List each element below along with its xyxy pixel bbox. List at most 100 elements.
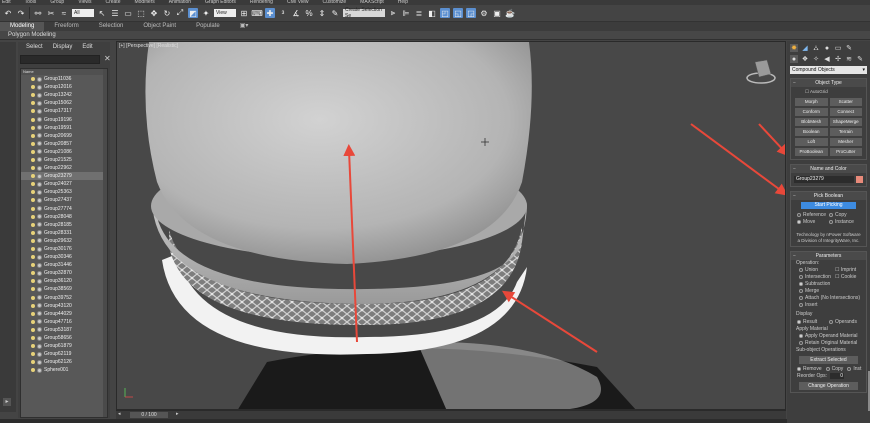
list-item[interactable]: Sphere001 <box>21 366 107 374</box>
list-item[interactable]: Group27774 <box>21 205 107 213</box>
visibility-icon[interactable] <box>31 336 35 341</box>
list-item[interactable]: Group30346 <box>21 253 107 261</box>
visibility-icon[interactable] <box>31 141 35 146</box>
geometry-icon[interactable]: ● <box>790 55 798 63</box>
visibility-icon[interactable] <box>31 101 35 106</box>
keyboard-shortcut-icon[interactable]: ⌨ <box>251 8 263 18</box>
visibility-icon[interactable] <box>31 157 35 162</box>
radio-button[interactable] <box>829 319 833 324</box>
link-icon[interactable]: ⚯ <box>33 8 43 18</box>
pick-boolean-header[interactable]: − Pick Boolean <box>791 192 866 200</box>
radio-option[interactable]: Attach (No Intersections) <box>799 295 860 301</box>
visibility-icon[interactable] <box>31 327 35 332</box>
mirror-icon[interactable]: ⫸ <box>388 8 398 18</box>
list-item[interactable]: Group29632 <box>21 237 107 245</box>
unlink-icon[interactable]: ✂ <box>46 8 56 18</box>
list-item[interactable]: Group24027 <box>21 180 107 188</box>
radio-option[interactable]: Operands <box>829 319 860 325</box>
visibility-icon[interactable] <box>31 166 35 171</box>
reorder-spinner[interactable]: 0 <box>830 373 845 379</box>
radio-button[interactable] <box>799 274 803 279</box>
visibility-icon[interactable] <box>31 214 35 219</box>
material-editor-icon[interactable]: ◲ <box>466 8 476 18</box>
visibility-icon[interactable] <box>31 271 35 276</box>
list-item[interactable]: Group19591 <box>21 124 107 132</box>
list-item[interactable]: Group15062 <box>21 99 107 107</box>
list-item[interactable]: Group23279 <box>21 172 107 181</box>
category-dropdown[interactable]: Compound Objects ▾ <box>790 66 867 74</box>
visibility-icon[interactable] <box>31 149 35 154</box>
schematic-view-icon[interactable]: ◱ <box>453 8 463 18</box>
pivot-center-icon[interactable]: ⊞ <box>239 8 249 18</box>
tab-populate[interactable]: Populate <box>186 22 230 31</box>
radio-button[interactable] <box>799 302 803 307</box>
named-selection-dropdown[interactable]: Create Selection Se <box>343 7 385 19</box>
visibility-icon[interactable] <box>31 206 35 211</box>
list-item[interactable]: Group43120 <box>21 302 107 310</box>
list-item[interactable]: Group30176 <box>21 245 107 253</box>
visibility-icon[interactable] <box>31 190 35 195</box>
select-and-link-icon[interactable]: ✚ <box>265 8 275 18</box>
time-slider[interactable]: ◂ 0 / 100 ▸ <box>116 410 786 419</box>
visibility-icon[interactable] <box>31 303 35 308</box>
list-item[interactable]: Group53187 <box>21 326 107 334</box>
selection-filter-dropdown[interactable]: All <box>72 9 94 17</box>
list-item[interactable]: Group47716 <box>21 318 107 326</box>
radio-option[interactable]: Reference <box>797 212 828 218</box>
layer-manager-icon[interactable]: ≣ <box>414 8 424 18</box>
list-item[interactable]: Group28185 <box>21 221 107 229</box>
object-type-button[interactable]: Scatter <box>829 98 862 106</box>
space-warps-icon[interactable]: ≋ <box>845 55 853 63</box>
radio-button[interactable] <box>799 288 803 293</box>
close-icon[interactable]: ✕ <box>104 54 111 63</box>
object-type-button[interactable]: ProCutter <box>829 148 862 156</box>
cameras-icon[interactable]: ◀ <box>823 55 831 63</box>
radio-button[interactable] <box>799 295 803 300</box>
rendered-frame-window-icon[interactable]: ▣ <box>492 8 502 18</box>
angle-snap-icon[interactable]: ∡ <box>291 8 301 18</box>
radio-option[interactable]: Move <box>797 219 828 225</box>
list-item[interactable]: Group27437 <box>21 196 107 204</box>
radio-button[interactable] <box>797 319 801 324</box>
radio-option[interactable]: Copy <box>825 366 843 372</box>
object-type-button[interactable]: Connect <box>829 108 862 116</box>
radio-button[interactable] <box>797 366 801 371</box>
visibility-icon[interactable] <box>31 319 35 324</box>
tab-freeform[interactable]: Freeform <box>44 22 88 31</box>
object-type-button[interactable]: ShapeMerge <box>829 118 862 126</box>
move-icon[interactable]: ✥ <box>149 8 159 18</box>
list-item[interactable]: Group32870 <box>21 269 107 277</box>
radio-option[interactable]: Intersection <box>799 274 831 280</box>
explorer-menu-edit[interactable]: Edit <box>82 44 92 50</box>
explorer-menu-select[interactable]: Select <box>26 44 43 50</box>
radio-button[interactable] <box>797 212 801 217</box>
visibility-icon[interactable] <box>31 230 35 235</box>
visibility-icon[interactable] <box>31 255 35 260</box>
bind-space-warp-icon[interactable]: ≈ <box>59 8 69 18</box>
tab-object-paint[interactable]: Object Paint <box>133 22 186 31</box>
radio-option[interactable]: Insert <box>799 302 818 308</box>
motion-tab-icon[interactable]: ● <box>823 44 831 52</box>
visibility-icon[interactable] <box>31 311 35 316</box>
lights-icon[interactable]: ✧ <box>812 55 820 63</box>
expand-icon[interactable]: ▸ <box>3 398 11 406</box>
viewcube-icon[interactable] <box>746 59 776 84</box>
align-icon[interactable]: ⊫ <box>401 8 411 18</box>
visibility-icon[interactable] <box>31 174 35 179</box>
list-item[interactable]: Group19196 <box>21 115 107 123</box>
parameters-header[interactable]: − Parameters <box>791 252 866 260</box>
perspective-viewport[interactable]: [+] [Perspective] [Realistic] <box>116 41 786 410</box>
object-type-button[interactable]: Terrain <box>829 128 862 136</box>
radio-button[interactable] <box>799 333 803 338</box>
object-type-button[interactable]: Conform <box>795 108 828 116</box>
radio-button[interactable] <box>799 340 803 345</box>
visibility-icon[interactable] <box>31 344 35 349</box>
radio-option[interactable]: Remove <box>797 366 822 372</box>
list-item[interactable]: Group28048 <box>21 213 107 221</box>
visibility-icon[interactable] <box>31 263 35 268</box>
edit-named-selection-icon[interactable]: ✎ <box>330 8 340 18</box>
explorer-scrollbar[interactable] <box>103 69 107 417</box>
list-item[interactable]: Group17317 <box>21 107 107 115</box>
list-item[interactable]: Group28331 <box>21 229 107 237</box>
systems-icon[interactable]: ✎ <box>856 55 864 63</box>
